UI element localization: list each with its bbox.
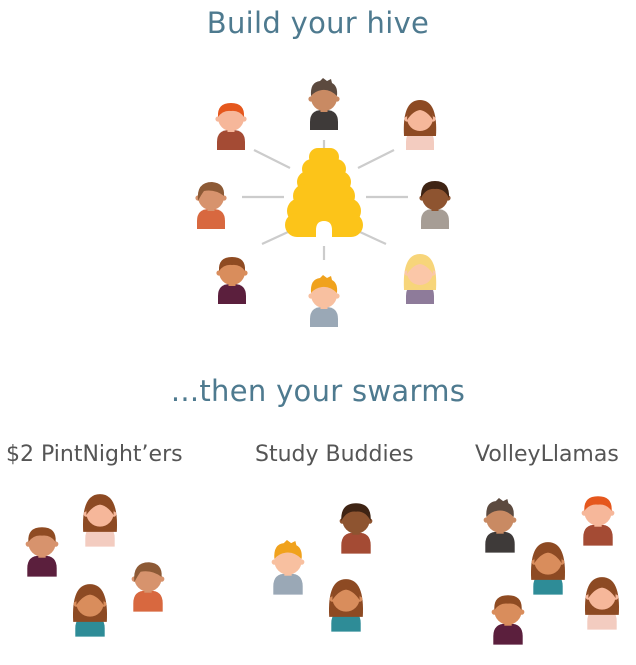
hive-member-5 (419, 181, 451, 229)
swarm-3-member-2 (581, 496, 615, 546)
hive-member-4 (195, 182, 227, 229)
hive-member-6 (216, 257, 248, 304)
swarm-1-member-1 (25, 527, 59, 577)
swarm-1-member-4 (72, 584, 108, 637)
hive-member-3 (403, 100, 437, 150)
swarm-2-member-1 (271, 540, 305, 595)
swarm-3-member-1 (483, 498, 517, 553)
hive-member-1 (215, 103, 247, 150)
swarm-3-member-5 (584, 577, 620, 630)
illustration (25, 78, 620, 645)
swarm-2-member-3 (328, 579, 364, 632)
beehive-icon (285, 148, 363, 238)
swarm-3-member-3 (530, 542, 566, 595)
swarm-1-member-2 (82, 494, 118, 547)
hive-member-8 (403, 254, 437, 304)
connector-line (359, 231, 387, 245)
connector-line (253, 149, 291, 169)
connector-line (357, 149, 395, 169)
hive-member-7 (308, 275, 340, 327)
hive-member-2 (308, 78, 340, 130)
swarm-3-member-4 (491, 595, 525, 645)
swarm-1-member-3 (131, 562, 165, 612)
connector-line (261, 231, 289, 245)
swarm-2-member-2 (339, 503, 373, 554)
